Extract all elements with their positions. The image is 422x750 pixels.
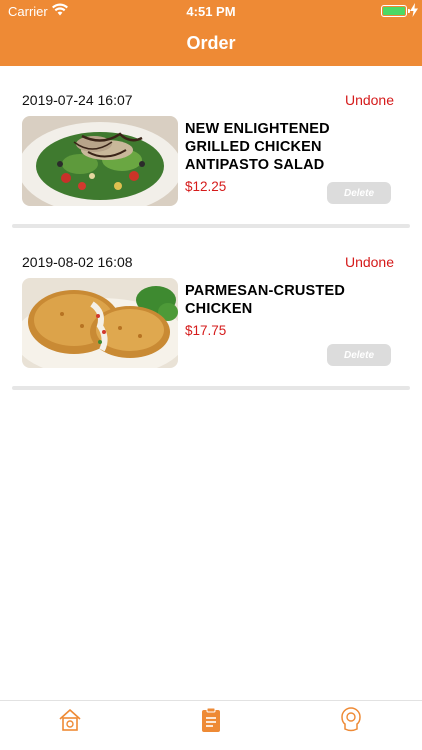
charging-bolt-icon: [410, 3, 418, 17]
profile-icon[interactable]: [339, 707, 363, 733]
salad-image: [22, 116, 178, 206]
item-price: $12.25: [185, 179, 227, 194]
order-card[interactable]: 2019-08-02 16:08 Undone PARMESAN-CRUSTED…: [0, 228, 422, 390]
order-card[interactable]: 2019-07-24 16:07 Undone NEW ENLIGHTENED …: [0, 66, 422, 228]
divider: [12, 386, 410, 390]
delete-button[interactable]: Delete: [327, 344, 391, 366]
order-status: Undone: [344, 254, 394, 270]
battery-icon: [381, 5, 410, 17]
status-bar: Carrier 4:51 PM: [0, 0, 422, 22]
item-name: NEW ENLIGHTENED GRILLED CHICKEN ANTIPAST…: [185, 121, 330, 173]
order-date: 2019-07-24 16:07: [22, 92, 133, 108]
item-price: $17.75: [185, 323, 227, 338]
order-date: 2019-08-02 16:08: [22, 254, 133, 270]
clock-time: 4:51 PM: [186, 4, 236, 19]
page-title: Order: [186, 33, 236, 53]
nav-header: Carrier 4:51 PM Order: [0, 0, 422, 66]
tab-bar: [0, 700, 422, 750]
delete-button[interactable]: Delete: [327, 182, 391, 204]
item-name: PARMESAN-CRUSTED CHICKEN: [185, 283, 346, 317]
home-icon[interactable]: [58, 707, 82, 733]
fried-chicken-image: [22, 278, 178, 368]
clipboard-icon[interactable]: [199, 707, 223, 733]
order-status: Undone: [344, 92, 394, 108]
